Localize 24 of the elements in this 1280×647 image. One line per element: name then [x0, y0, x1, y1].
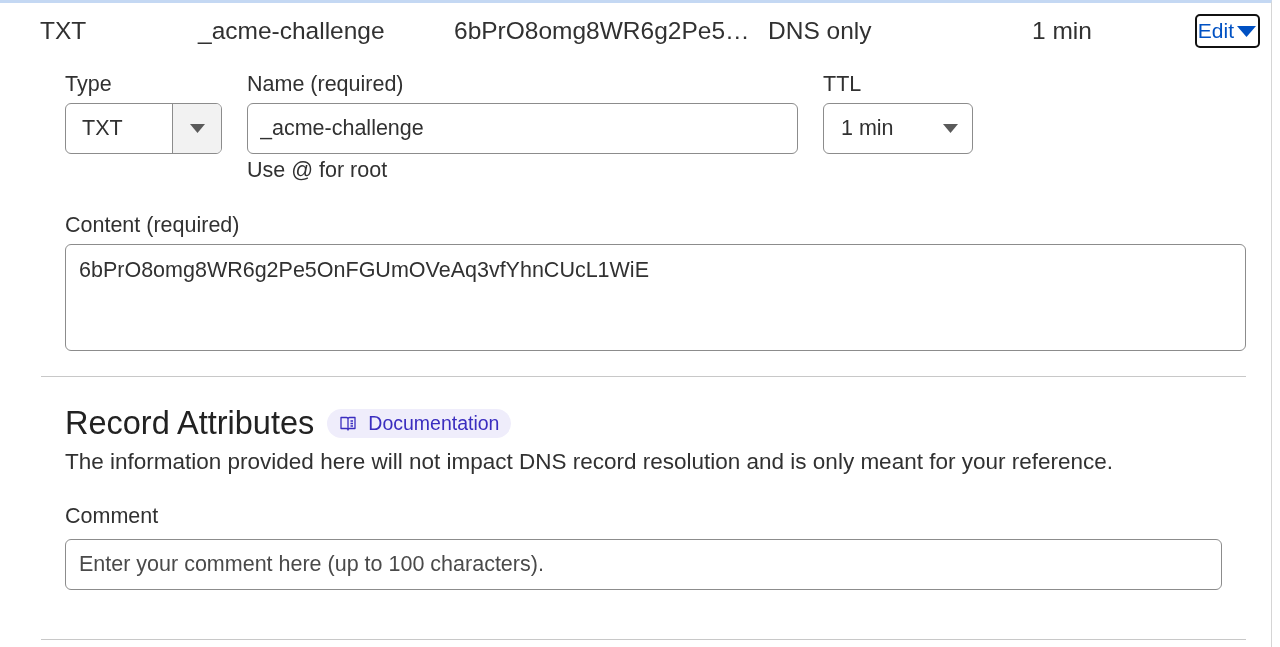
record-content: 6bPrO8omg8WR6g2Pe5…: [454, 17, 750, 45]
ttl-select[interactable]: 1 min: [823, 103, 973, 154]
record-ttl: 1 min: [1032, 17, 1092, 45]
caret-icon: [189, 124, 205, 133]
field-label: TTL: [823, 72, 862, 96]
hint-text: Use @ for root: [247, 158, 388, 182]
name-input[interactable]: _acme-challenge: [247, 103, 798, 154]
comment-input[interactable]: Enter your comment here (up to 100 characters).: [65, 539, 1222, 590]
proxy-status: DNS only: [768, 17, 872, 45]
record-name: _acme-challenge: [198, 17, 385, 45]
record-type: TXT: [40, 17, 87, 45]
caret-icon: [1237, 25, 1256, 37]
field-label: Type: [65, 72, 112, 96]
field-label: Comment: [65, 504, 159, 528]
description-text: The information provided here will not impact DNS record resolution and is only meant for your reference.: [65, 450, 1113, 474]
caret-icon: [943, 124, 958, 133]
edit-button[interactable]: Edit: [1194, 14, 1260, 48]
content-textarea[interactable]: 6bPrO8omg8WR6g2Pe5OnFGUmOVeAq3vfYhnCUcL1WiE: [65, 244, 1246, 351]
documentation-link[interactable]: Documentation: [327, 408, 512, 438]
book-icon: [340, 415, 357, 431]
section-title: Record Attributes: [65, 405, 315, 441]
field-label: Content (required): [65, 213, 240, 237]
field-label: Name (required): [247, 72, 404, 96]
type-select[interactable]: TXT: [65, 103, 222, 154]
